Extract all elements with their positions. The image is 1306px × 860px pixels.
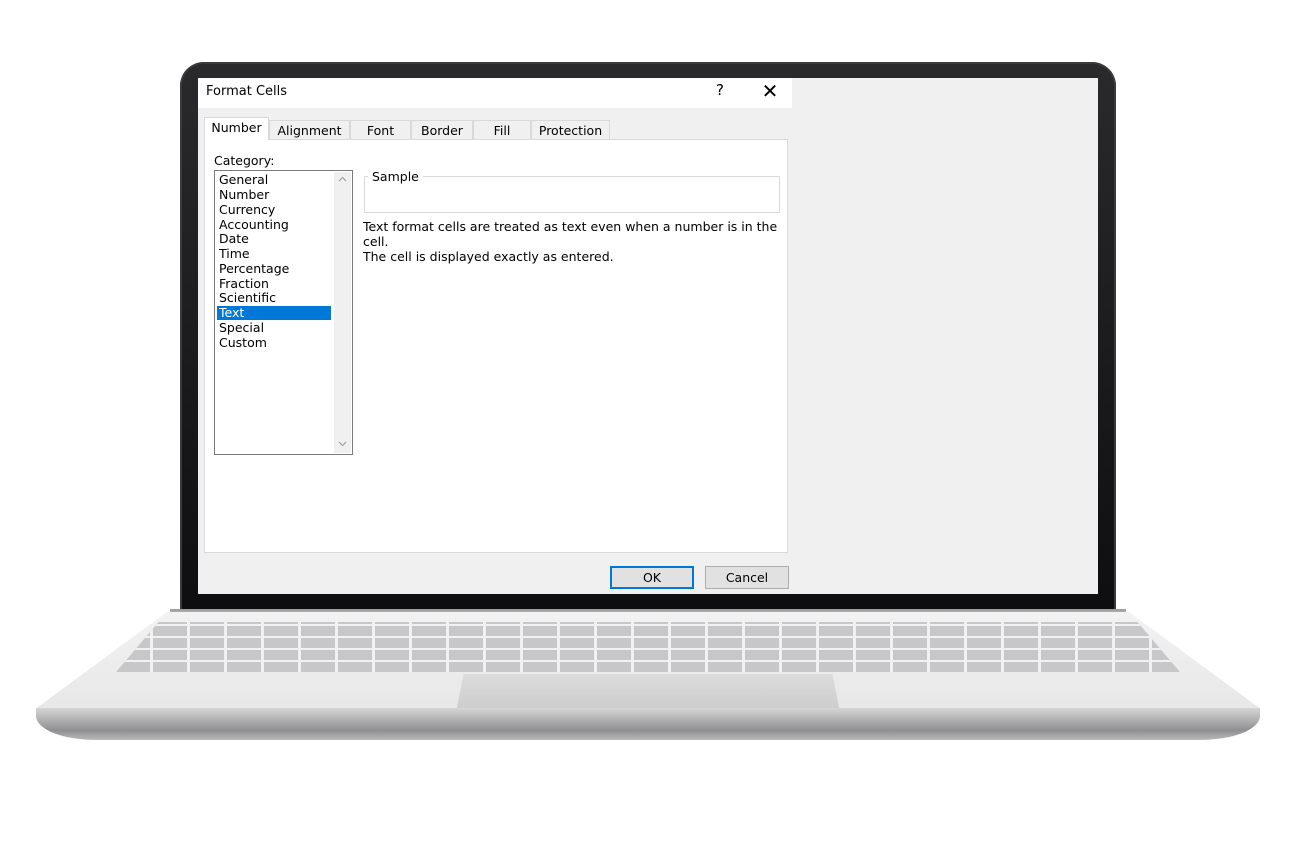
app-background <box>792 78 1098 594</box>
ok-button[interactable]: OK <box>610 566 694 589</box>
number-tab-panel: Category: General Number Currency Accoun… <box>204 139 788 553</box>
sample-label: Sample <box>368 169 423 184</box>
category-item-special[interactable]: Special <box>217 321 331 335</box>
help-icon[interactable]: ? <box>713 81 727 99</box>
description-line: The cell is displayed exactly as entered… <box>363 249 614 264</box>
category-item-text[interactable]: Text <box>217 306 331 320</box>
tab-number[interactable]: Number <box>204 117 269 140</box>
laptop-keyboard <box>116 622 1180 672</box>
tab-alignment[interactable]: Alignment <box>269 120 350 140</box>
category-item-time[interactable]: Time <box>217 247 331 261</box>
dialog-title: Format Cells <box>206 84 288 99</box>
cancel-button[interactable]: Cancel <box>705 566 789 589</box>
category-item-accounting[interactable]: Accounting <box>217 218 331 232</box>
tab-fill[interactable]: Fill <box>473 120 531 140</box>
category-label: Category: <box>214 153 275 168</box>
laptop-base-edge <box>36 708 1260 740</box>
dialog-titlebar: Format Cells ? ✕ <box>198 78 792 108</box>
category-item-currency[interactable]: Currency <box>217 203 331 217</box>
chevron-up-icon[interactable] <box>334 172 351 188</box>
category-scrollbar[interactable] <box>334 172 351 453</box>
tab-border[interactable]: Border <box>411 120 473 140</box>
chevron-down-icon[interactable] <box>334 437 351 453</box>
category-list[interactable]: General Number Currency Accounting Date … <box>214 170 353 455</box>
category-item-number[interactable]: Number <box>217 188 331 202</box>
close-icon[interactable]: ✕ <box>760 79 780 103</box>
format-cells-dialog: Format Cells ? ✕ Number Alignment Font B… <box>198 78 792 594</box>
category-item-date[interactable]: Date <box>217 232 331 246</box>
laptop-screen: Format Cells ? ✕ Number Alignment Font B… <box>198 78 1098 594</box>
category-item-fraction[interactable]: Fraction <box>217 277 331 291</box>
category-item-percentage[interactable]: Percentage <box>217 262 331 276</box>
tab-protection[interactable]: Protection <box>531 120 610 140</box>
format-description: Text format cells are treated as text ev… <box>363 219 783 264</box>
category-item-custom[interactable]: Custom <box>217 336 331 350</box>
tab-font[interactable]: Font <box>350 120 411 140</box>
description-line: Text format cells are treated as text ev… <box>363 219 778 249</box>
sample-box <box>364 176 780 213</box>
category-item-scientific[interactable]: Scientific <box>217 291 331 305</box>
category-item-general[interactable]: General <box>217 173 331 187</box>
laptop-trackpad <box>456 674 840 712</box>
